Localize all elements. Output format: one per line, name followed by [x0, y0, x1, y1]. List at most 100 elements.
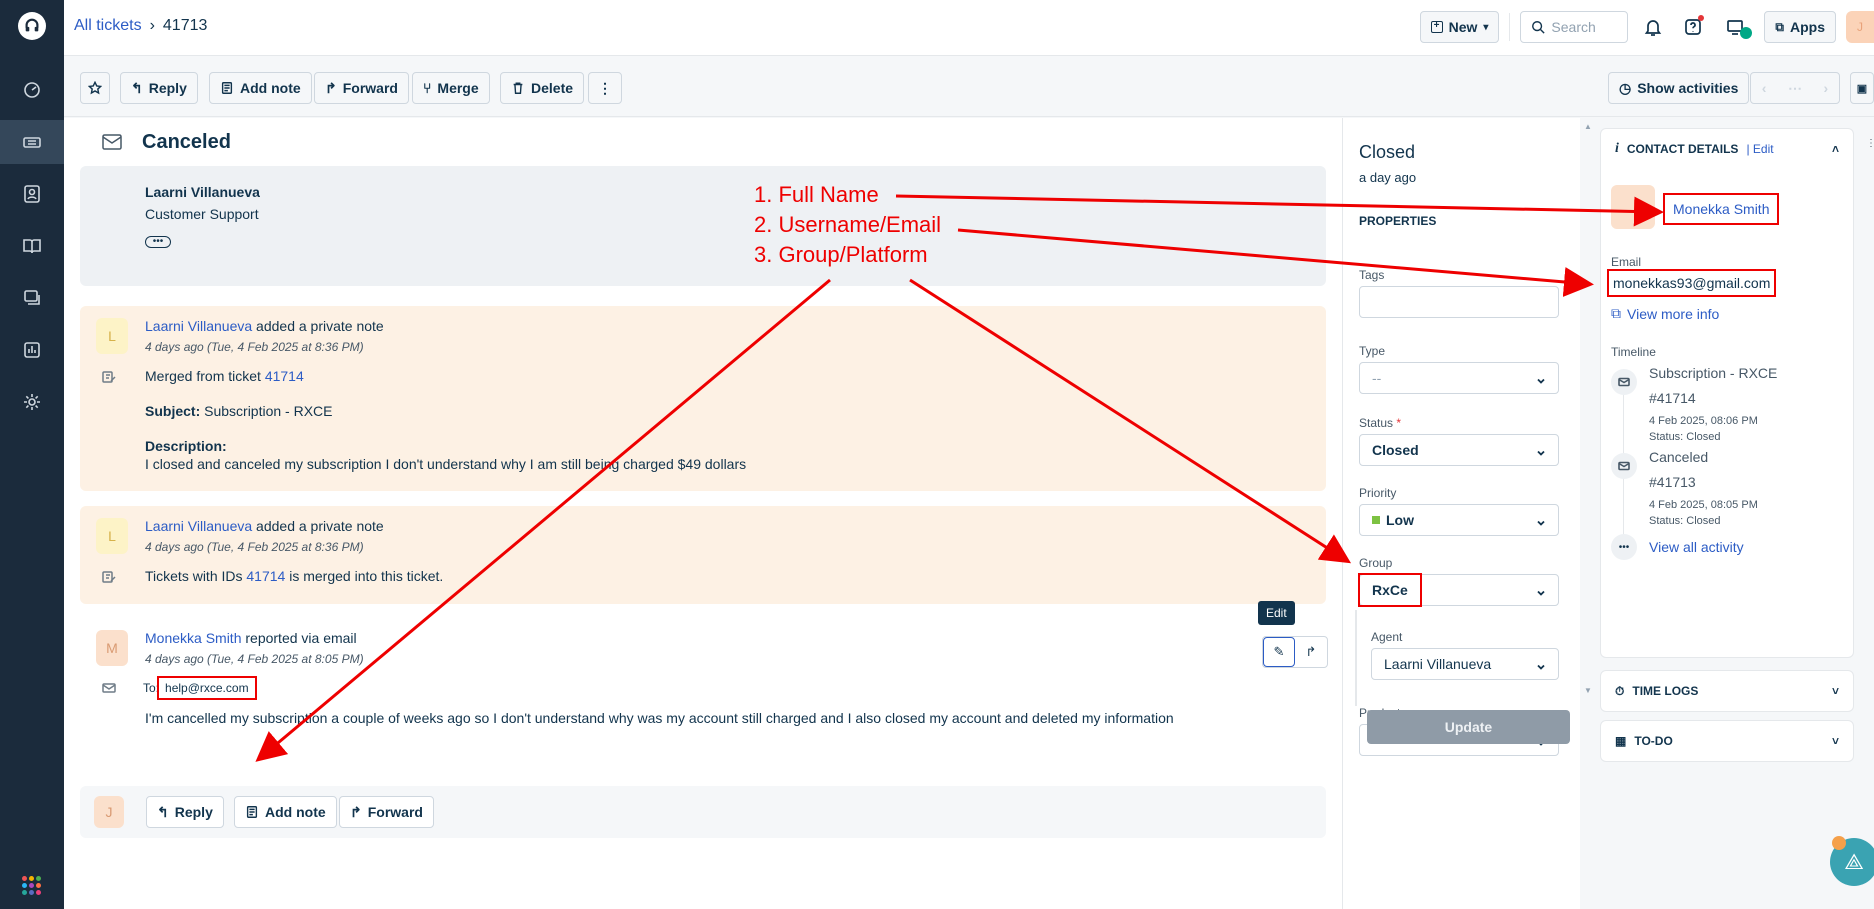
collapse-panel-button[interactable]: ▣ [1850, 72, 1874, 104]
ticket-pagination: ‹ ⋯ › [1750, 72, 1840, 104]
user-avatar[interactable]: J [1846, 11, 1874, 43]
vertical-dots-icon: ⋮ [598, 79, 612, 96]
note-author[interactable]: Laarni Villanueva [145, 318, 252, 334]
trash-icon [513, 82, 523, 94]
chevron-right-icon[interactable]: › [1824, 80, 1829, 96]
stopwatch-icon: ⏱ [1615, 683, 1625, 698]
note-header: Laarni Villanueva added a private note [145, 318, 384, 334]
merged-ticket-link[interactable]: 41714 [246, 568, 285, 584]
forward-icon[interactable]: ↱ [1295, 637, 1327, 667]
edit-contact-link[interactable]: | Edit [1746, 142, 1773, 156]
reply-label: Reply [174, 804, 213, 820]
subject-label: Subject: [145, 403, 201, 419]
timeline-item[interactable]: Subscription - RXCE #41714 4 Feb 2025, 0… [1649, 365, 1777, 443]
scroll-down-icon[interactable]: ▼ [1584, 686, 1592, 695]
help-icon[interactable] [1678, 12, 1708, 42]
headset-logo-icon[interactable] [18, 12, 46, 40]
note-author[interactable]: Laarni Villanueva [145, 518, 252, 534]
subject-value: Subscription - RXCE [204, 403, 333, 419]
edit-tooltip: Edit [1258, 601, 1295, 625]
add-note-button[interactable]: Add note [234, 796, 337, 828]
star-icon [88, 81, 102, 95]
time-logs-card[interactable]: ⏱ TIME LOGS ˅ [1600, 670, 1854, 712]
forward-button[interactable]: ↱ Forward [339, 796, 434, 828]
status-label: Status * [1359, 416, 1401, 430]
tags-label: Tags [1359, 268, 1385, 282]
timeline-item-status: Status: Closed [1649, 431, 1721, 443]
note-action: added a private note [256, 318, 384, 334]
timeline-item[interactable]: Canceled #41713 4 Feb 2025, 08:05 PM Sta… [1649, 449, 1758, 527]
merged-ticket-link[interactable]: 41714 [265, 368, 304, 384]
contacts-icon[interactable] [0, 172, 64, 216]
type-select[interactable]: -- [1359, 362, 1559, 394]
agent-group-connector [1355, 610, 1357, 706]
email-action: reported via email [245, 630, 357, 646]
properties-scrollbar[interactable]: ▲ ▼ [1580, 118, 1596, 909]
agent-status-icon[interactable] [1718, 12, 1754, 42]
timeline-item-id: #41714 [1649, 390, 1696, 406]
timeline-item-title: Subscription - RXCE [1649, 365, 1778, 381]
forward-button[interactable]: ↱ Forward [314, 72, 409, 104]
forums-icon[interactable] [0, 276, 64, 320]
view-more-label: View more info [1627, 305, 1720, 322]
chevron-left-icon[interactable]: ‹ [1762, 80, 1767, 96]
edit-contact-label: Edit [1752, 142, 1774, 156]
more-options-button[interactable]: ⋮ [588, 72, 622, 104]
priority-value: Low [1386, 512, 1414, 528]
forward-label: Forward [342, 80, 398, 96]
chevron-up-icon[interactable]: ˄ [1832, 142, 1839, 156]
group-select[interactable]: RxCe [1358, 573, 1559, 607]
todo-header: ▦ TO-DO ˅ [1601, 721, 1853, 761]
reply-arrow-icon: ↰ [131, 79, 143, 96]
reply-bar: J ↰ Reply Add note ↱ Forward [80, 786, 1326, 838]
vertical-dots-icon[interactable]: ⋮ [1866, 138, 1874, 149]
new-button[interactable]: + New ▾ [1419, 11, 1500, 43]
merge-button[interactable]: ⑂ Merge [412, 72, 490, 104]
reports-icon[interactable] [0, 328, 64, 372]
show-activities-button[interactable]: ◷ Show activities [1608, 72, 1750, 104]
agent-label: Agent [1371, 630, 1403, 644]
agent-select[interactable]: Laarni Villanueva [1371, 648, 1559, 680]
agent-info-card: Laarni Villanueva Customer Support ••• [80, 166, 1326, 286]
notifications-bell-icon[interactable] [1638, 12, 1668, 42]
reply-button[interactable]: ↰ Reply [120, 72, 198, 104]
properties-heading: PROPERTIES [1359, 214, 1437, 228]
info-icon: i [1615, 141, 1619, 156]
settings-gear-icon[interactable] [0, 380, 64, 424]
apps-button[interactable]: ⧉ Apps [1764, 11, 1836, 43]
star-button[interactable] [80, 72, 110, 104]
tags-input[interactable] [1359, 286, 1559, 318]
add-note-button[interactable]: Add note [209, 72, 312, 104]
delete-button[interactable]: Delete [500, 72, 585, 104]
search-placeholder: Search [1551, 19, 1596, 35]
view-all-activity-link[interactable]: View all activity [1649, 539, 1744, 555]
agent-role: Customer Support [145, 206, 259, 222]
view-more-info-link[interactable]: ⧉ View more info [1611, 305, 1719, 322]
scroll-up-icon[interactable]: ▲ [1584, 122, 1592, 131]
email-author[interactable]: Monekka Smith [145, 630, 241, 646]
dashboard-icon[interactable] [0, 68, 64, 112]
show-more-ellipsis-icon[interactable]: ••• [145, 236, 171, 248]
status-select[interactable]: Closed [1359, 434, 1559, 466]
priority-select[interactable]: Low [1359, 504, 1559, 536]
breadcrumb-all-tickets[interactable]: All tickets [74, 17, 142, 35]
edit-pencil-icon[interactable]: ✎ [1263, 637, 1295, 667]
chevron-down-icon [1536, 659, 1546, 670]
ticket-subject: Canceled [142, 130, 231, 153]
ellipsis-icon[interactable]: ⋯ [1788, 80, 1802, 97]
contact-name-link[interactable]: Monekka Smith [1663, 193, 1780, 225]
status-time: a day ago [1359, 170, 1417, 185]
timeline-item-date: 4 Feb 2025, 08:05 PM [1649, 499, 1758, 511]
search-input[interactable]: Search [1520, 11, 1629, 43]
todo-card[interactable]: ▦ TO-DO ˅ [1600, 720, 1854, 762]
knowledge-base-icon[interactable] [0, 224, 64, 268]
apps-grid-icon[interactable] [22, 876, 41, 895]
reply-button[interactable]: ↰ Reply [146, 796, 224, 828]
apps-label: Apps [1790, 19, 1825, 35]
ticket-toolbar: ↰ Reply Add note ↱ Forward ⑂ Merge Delet… [64, 57, 1874, 117]
avatar: M [96, 630, 128, 666]
tickets-icon[interactable] [0, 120, 64, 164]
email-icon [102, 681, 116, 695]
annotation-full-name: 1. Full Name [754, 182, 879, 207]
update-button[interactable]: Update [1367, 710, 1570, 744]
